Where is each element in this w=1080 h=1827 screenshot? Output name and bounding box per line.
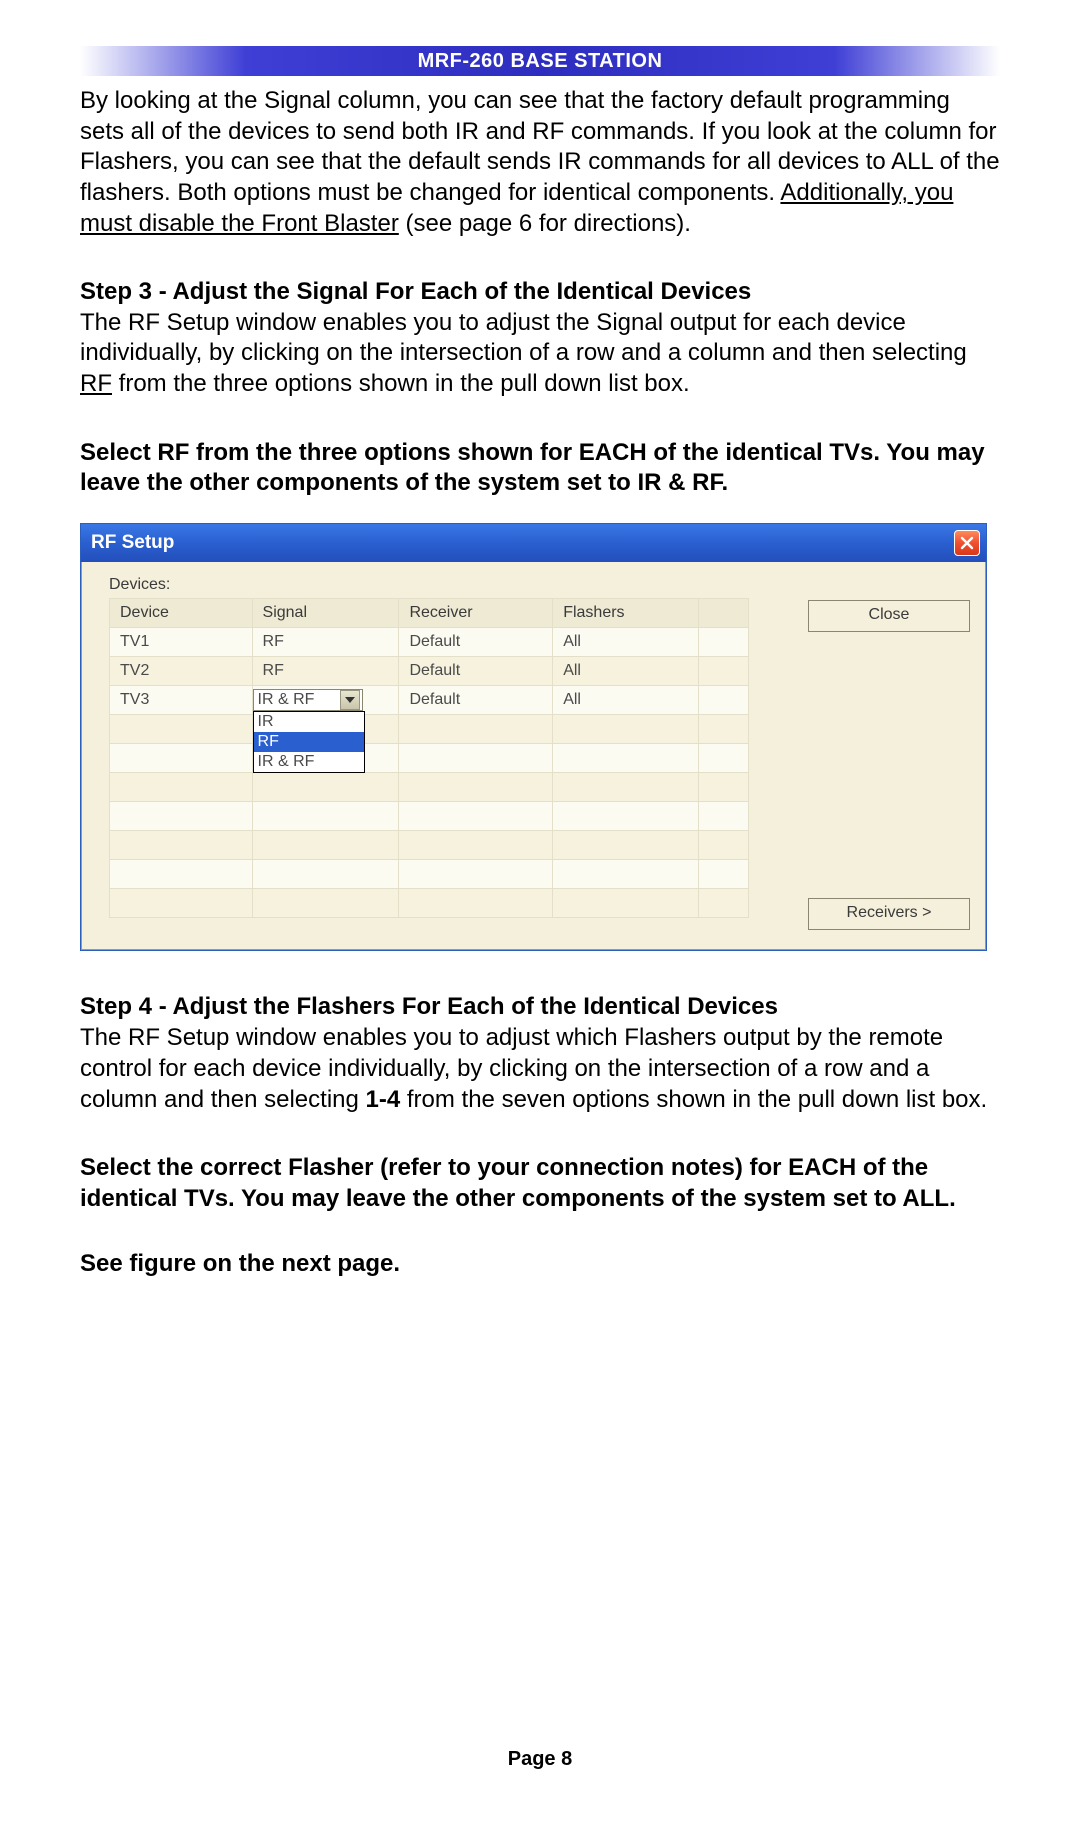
step4-instruction: Select the correct Flasher (refer to you… [80,1153,1000,1214]
table-row[interactable]: . [110,715,749,744]
rf-body: Devices: Device Signal Receiver Flashers [81,562,986,950]
cell-signal[interactable]: RF [252,628,399,657]
dropdown-option-ir[interactable]: IR [254,712,364,732]
cell-flashers[interactable]: All [553,657,699,686]
table-row[interactable]: TV2 RF Default All [110,657,749,686]
page-number: Page 8 [0,1748,1080,1771]
signal-dropdown[interactable]: IR & RF [253,689,363,711]
intro-text-b: (see page 6 for directions). [399,210,691,237]
rf-button-panel: Close Receivers > [749,598,972,930]
cell-signal-dropdown[interactable]: IR & RF IR RF IR & RF [252,686,399,715]
step4-body: The RF Setup window enables you to adjus… [80,1023,1000,1115]
rf-setup-window: RF Setup Devices: Device Signal Receiver… [80,523,987,951]
chevron-down-icon[interactable] [340,690,360,710]
table-row[interactable]: TV1 RF Default All [110,628,749,657]
table-row[interactable]: . [110,860,749,889]
table-row[interactable]: . [110,744,749,773]
devices-label: Devices: [109,576,972,594]
step3-body-rf: RF [80,370,112,397]
signal-dropdown-list[interactable]: IR RF IR & RF [253,711,365,773]
step4-body-strong: 1-4 [366,1086,401,1113]
table-row[interactable]: . [110,802,749,831]
cell-device[interactable]: TV3 [110,686,253,715]
signal-dropdown-value: IR & RF [258,691,315,709]
step4-body-b: from the seven options shown in the pull… [400,1086,987,1113]
table-row[interactable]: TV3 IR & RF [110,686,749,715]
cell-device[interactable]: TV1 [110,628,253,657]
close-button[interactable]: Close [808,600,970,632]
header-title: MRF-260 BASE STATION [418,50,663,72]
table-row[interactable]: . [110,773,749,802]
devices-grid[interactable]: Device Signal Receiver Flashers TV1 RF D… [109,598,749,918]
receivers-button[interactable]: Receivers > [808,898,970,930]
cell-flashers[interactable]: All [553,686,699,715]
col-device[interactable]: Device [110,599,253,628]
cell-receiver[interactable]: Default [399,628,553,657]
see-next-page: See figure on the next page. [80,1249,1000,1280]
step3-body-b: from the three options shown in the pull… [112,370,690,397]
cell-receiver[interactable]: Default [399,657,553,686]
cell-device[interactable]: TV2 [110,657,253,686]
col-receiver[interactable]: Receiver [399,599,553,628]
cell-flashers[interactable]: All [553,628,699,657]
step3-body-a: The RF Setup window enables you to adjus… [80,309,967,367]
step3-body: The RF Setup window enables you to adjus… [80,308,1000,400]
rf-titlebar: RF Setup [81,524,986,562]
manual-page: MRF-260 BASE STATION By looking at the S… [0,0,1080,1827]
col-spacer [699,599,749,628]
dropdown-option-irrf[interactable]: IR & RF [254,752,364,772]
step3-instruction: Select RF from the three options shown f… [80,438,1000,499]
col-flashers[interactable]: Flashers [553,599,699,628]
rf-title: RF Setup [91,532,174,554]
table-row[interactable]: . [110,831,749,860]
table-row[interactable]: . [110,889,749,918]
step3-heading: Step 3 - Adjust the Signal For Each of t… [80,278,1000,306]
page-header: MRF-260 BASE STATION [80,46,1000,76]
col-signal[interactable]: Signal [252,599,399,628]
grid-header-row: Device Signal Receiver Flashers [110,599,749,628]
cell-signal[interactable]: RF [252,657,399,686]
cell-receiver[interactable]: Default [399,686,553,715]
intro-paragraph: By looking at the Signal column, you can… [80,86,1000,240]
dropdown-option-rf[interactable]: RF [254,732,364,752]
step4-heading: Step 4 - Adjust the Flashers For Each of… [80,993,1000,1021]
close-icon[interactable] [954,530,980,556]
